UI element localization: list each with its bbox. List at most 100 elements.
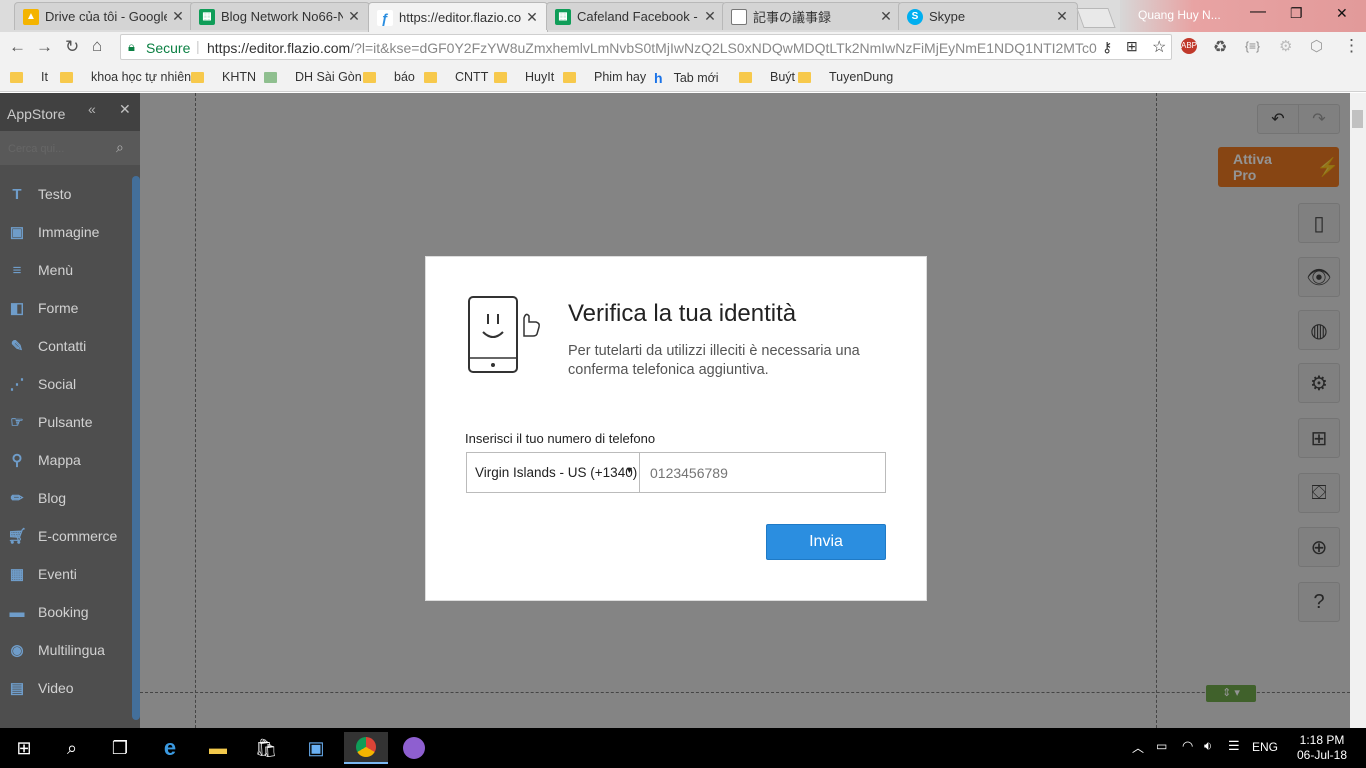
- bookmark-item[interactable]: báo: [363, 70, 415, 84]
- tab-japanese-doc[interactable]: 記事の議事録 ✕: [722, 2, 902, 30]
- cat-app-icon[interactable]: [398, 732, 430, 764]
- bookmark-item[interactable]: It: [10, 70, 48, 84]
- bookmark-item[interactable]: HuyIt: [494, 70, 554, 84]
- google-drive-icon: ▲: [23, 8, 39, 25]
- folder-icon: [363, 71, 376, 83]
- bookmark-label: TuyenDung: [829, 70, 894, 84]
- app-icon[interactable]: ▣: [300, 732, 332, 764]
- site-icon: h: [654, 70, 663, 86]
- bookmark-item[interactable]: Phim hay: [563, 70, 646, 84]
- tab-cafeland-facebook[interactable]: ▦ Cafeland Facebook - G ✕: [546, 2, 726, 30]
- shield-icon[interactable]: ⬡: [1310, 37, 1323, 55]
- invia-button[interactable]: Invia: [766, 524, 886, 560]
- file-explorer-icon[interactable]: ▬: [202, 732, 234, 764]
- tab-blog-network[interactable]: ▦ Blog Network No66-N ✕: [190, 2, 370, 30]
- tab-label: Drive của tôi - Google: [45, 9, 167, 24]
- tab-skype[interactable]: S Skype ✕: [898, 2, 1078, 30]
- volume-icon[interactable]: 🔉︎: [1204, 738, 1212, 754]
- recycle-icon[interactable]: ♻: [1213, 37, 1227, 57]
- close-icon[interactable]: ✕: [1055, 8, 1069, 25]
- chrome-icon[interactable]: [344, 732, 388, 764]
- bookmark-label: HuyIt: [525, 70, 555, 84]
- chrome-menu-icon[interactable]: ⋮: [1343, 36, 1360, 56]
- sheets-icon: ▦: [555, 8, 571, 25]
- restore-icon[interactable]: ❐: [1290, 5, 1303, 22]
- home-icon[interactable]: ⌂: [92, 36, 102, 56]
- folder-icon: [424, 71, 437, 83]
- forward-icon[interactable]: →: [36, 37, 53, 57]
- tab-google-drive[interactable]: ▲ Drive của tôi - Google ✕: [14, 2, 194, 30]
- notification-icon[interactable]: ☰: [1228, 738, 1240, 754]
- extension-icon[interactable]: ⚙: [1279, 37, 1292, 55]
- country-code-value: Virgin Islands - US (+1340): [475, 465, 638, 480]
- close-icon[interactable]: ✕: [171, 8, 185, 25]
- close-icon[interactable]: ✕: [703, 8, 717, 25]
- store-icon[interactable]: 🛍︎: [250, 732, 282, 764]
- close-icon[interactable]: ✕: [525, 9, 539, 26]
- new-tab-button[interactable]: [1076, 8, 1116, 28]
- bookmark-label: Buýt: [770, 70, 796, 84]
- bookmark-item[interactable]: DH Sài Gòn: [264, 70, 362, 84]
- chevron-up-icon[interactable]: ︿: [1132, 739, 1144, 756]
- close-icon[interactable]: ✕: [347, 8, 361, 25]
- folder-icon: [563, 71, 576, 83]
- bookmark-label: Phim hay: [594, 70, 647, 84]
- wifi-icon[interactable]: ◠: [1182, 738, 1193, 754]
- bookmark-label: DH Sài Gòn: [295, 70, 362, 84]
- document-icon: [731, 8, 747, 25]
- site-icon: [264, 71, 277, 83]
- json-icon[interactable]: {≡}: [1245, 39, 1260, 53]
- url-host: https://editor.flazio.com: [207, 40, 351, 56]
- url-path: /?l=it&kse=dGF0Y2FzYW8uZmxhemlvLmNvbS0tM…: [350, 40, 1097, 56]
- phone-number-input[interactable]: [639, 452, 886, 493]
- key-icon[interactable]: ⚷: [1102, 39, 1112, 56]
- phone-label: Inserisci il tuo numero di telefono: [465, 431, 656, 446]
- skype-icon: S: [907, 8, 923, 25]
- reload-icon[interactable]: ↻: [65, 37, 79, 57]
- folder-icon: [191, 71, 204, 83]
- task-view-icon[interactable]: ❐: [104, 732, 136, 764]
- edge-icon[interactable]: e: [154, 732, 186, 764]
- bookmark-item[interactable]: Buýt: [739, 70, 795, 84]
- dialog-title: Verifica la tua identità: [568, 300, 797, 327]
- bookmark-label: It: [41, 70, 48, 84]
- folder-icon: [60, 71, 73, 83]
- bookmark-label: báo: [394, 70, 415, 84]
- page-scrollbar[interactable]: [1350, 93, 1366, 728]
- close-window-icon[interactable]: ✕: [1336, 5, 1348, 22]
- country-code-select[interactable]: Virgin Islands - US (+1340): [466, 452, 640, 493]
- bookmark-item[interactable]: CNTT: [424, 70, 488, 84]
- folder-icon: [798, 71, 811, 83]
- tab-flazio-editor[interactable]: ƒ https://editor.flazio.co ✕: [368, 2, 548, 32]
- chevron-down-icon: ▼: [625, 465, 634, 475]
- back-icon[interactable]: ←: [9, 37, 26, 57]
- invia-label: Invia: [809, 533, 843, 550]
- tab-label: Cafeland Facebook - G: [577, 9, 699, 24]
- bookmark-item[interactable]: khoa học tự nhiên: [60, 70, 191, 84]
- bookmark-item[interactable]: KHTN: [191, 70, 256, 84]
- translate-icon[interactable]: ⊞: [1126, 38, 1138, 55]
- battery-icon[interactable]: ▭: [1156, 739, 1167, 753]
- sidebar-backdrop: [0, 93, 140, 728]
- adblock-icon[interactable]: ABP: [1181, 38, 1197, 54]
- profile-name[interactable]: Quang Huy N...: [1138, 8, 1221, 22]
- close-icon[interactable]: ✕: [879, 8, 893, 25]
- windows-start-icon[interactable]: ⊞: [8, 732, 40, 764]
- page-scrollbar-thumb[interactable]: [1352, 110, 1363, 128]
- bookmark-item[interactable]: TuyenDung: [798, 70, 893, 84]
- bookmark-item[interactable]: h Tab mới: [654, 70, 719, 86]
- language-indicator[interactable]: ENG: [1252, 740, 1278, 754]
- tab-label: Skype: [929, 9, 966, 24]
- tab-label: https://editor.flazio.co: [399, 10, 521, 25]
- folder-icon: [10, 71, 23, 83]
- folder-icon: [739, 71, 752, 83]
- tab-label: Blog Network No66-N: [221, 9, 343, 24]
- flazio-icon: ƒ: [377, 9, 393, 26]
- star-icon[interactable]: ☆: [1152, 37, 1166, 57]
- clock[interactable]: 1:18 PM 06-Jul-18: [1290, 733, 1354, 763]
- lock-icon: 🔒︎: [128, 39, 135, 54]
- search-icon[interactable]: ⌕: [56, 732, 88, 764]
- clock-date: 06-Jul-18: [1296, 748, 1348, 762]
- url-text[interactable]: https://editor.flazio.com/?l=it&kse=dGF0…: [207, 40, 1097, 56]
- minimize-icon[interactable]: —: [1250, 3, 1266, 21]
